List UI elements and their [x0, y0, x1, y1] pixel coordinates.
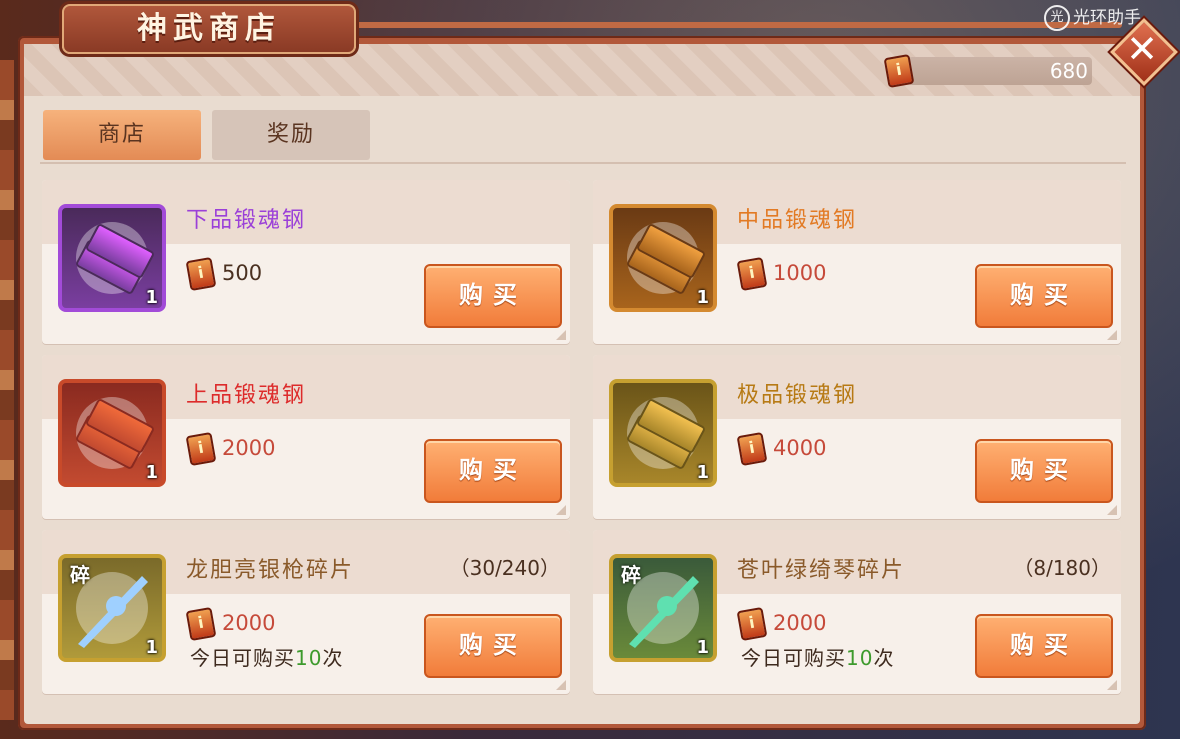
card-corner [556, 680, 566, 690]
item-icon[interactable]: 碎1 [58, 554, 166, 662]
item-name: 苍叶绿绮琴碎片 [737, 558, 906, 583]
item-name: 中品锻魂钢 [737, 208, 858, 233]
fragment-progress: （30/240） [449, 556, 560, 580]
window-title: 神武商店 [137, 11, 281, 46]
daily-limit-count: 10 [295, 646, 323, 670]
item-name: 极品锻魂钢 [737, 383, 858, 408]
item-price: i 500 [185, 256, 263, 292]
price-value: 2000 [773, 611, 827, 635]
price-value: 4000 [773, 436, 827, 460]
weapon-ornament [657, 596, 677, 616]
fragment-badge: 碎 [621, 563, 641, 587]
buy-button[interactable]: 购买 [975, 614, 1113, 678]
daily-limit-suffix: 次 [322, 646, 344, 670]
tab-shop[interactable]: 商店 [43, 110, 201, 160]
shop-item-card: 1 极品锻魂钢 i 4000 购买 [593, 355, 1121, 519]
card-corner [1107, 330, 1117, 340]
buy-button[interactable]: 购买 [424, 614, 562, 678]
card-corner [556, 505, 566, 515]
token-icon: i [736, 431, 768, 467]
close-button[interactable]: ✕ [1110, 18, 1178, 86]
fragment-badge: 碎 [70, 563, 90, 587]
daily-limit-prefix: 今日可购买 [741, 646, 846, 670]
price-value: 2000 [222, 436, 276, 460]
item-quantity: 1 [696, 462, 709, 483]
buy-button[interactable]: 购买 [424, 439, 562, 503]
item-icon[interactable]: 1 [58, 379, 166, 487]
shop-item-card: 碎 1 龙胆亮银枪碎片 （30/240） i 2000 今日可购买10次 购买 [42, 530, 570, 694]
tab-divider [40, 162, 1126, 164]
tab-rewards[interactable]: 奖励 [212, 110, 370, 160]
item-price: i 2000 [185, 606, 276, 642]
item-name: 下品锻魂钢 [186, 208, 307, 233]
token-icon: i [185, 606, 217, 642]
price-value: 1000 [773, 261, 827, 285]
buy-button[interactable]: 购买 [975, 439, 1113, 503]
item-quantity: 1 [696, 287, 709, 308]
left-edge-decoration [0, 60, 14, 720]
item-quantity: 1 [145, 637, 158, 658]
shop-item-card: 1 下品锻魂钢 i 500 购买 [42, 180, 570, 344]
card-corner [556, 330, 566, 340]
item-price: i 1000 [736, 256, 827, 292]
token-icon: i [185, 431, 217, 467]
token-icon: i [185, 256, 217, 292]
item-name: 龙胆亮银枪碎片 [186, 558, 355, 583]
buy-button[interactable]: 购买 [975, 264, 1113, 328]
currency-amount: 680 [1049, 59, 1088, 83]
currency-display: i 680 [880, 53, 1094, 89]
item-icon[interactable]: 1 [58, 204, 166, 312]
token-icon: i [736, 256, 768, 292]
daily-limit-prefix: 今日可购买 [190, 646, 295, 670]
item-price: i 4000 [736, 431, 827, 467]
price-value: 500 [222, 261, 263, 285]
shop-item-card: 碎 1 苍叶绿绮琴碎片 （8/180） i 2000 今日可购买10次 购买 [593, 530, 1121, 694]
daily-limit: 今日可购买10次 [741, 642, 894, 671]
title-rule [352, 22, 1122, 28]
item-icon[interactable]: 1 [609, 204, 717, 312]
daily-limit: 今日可购买10次 [190, 642, 343, 671]
title-plate: 神武商店 [62, 4, 356, 54]
token-icon: i [736, 606, 768, 642]
item-icon[interactable]: 碎1 [609, 554, 717, 662]
card-corner [1107, 680, 1117, 690]
watermark-icon: 光 [1044, 5, 1070, 31]
fragment-progress: （8/180） [1013, 556, 1111, 580]
price-value: 2000 [222, 611, 276, 635]
close-icon: ✕ [1126, 27, 1158, 71]
daily-limit-count: 10 [846, 646, 874, 670]
weapon-ornament [106, 596, 126, 616]
item-quantity: 1 [145, 462, 158, 483]
item-price: i 2000 [736, 606, 827, 642]
item-quantity: 1 [696, 637, 709, 658]
item-name: 上品锻魂钢 [186, 383, 307, 408]
item-icon[interactable]: 1 [609, 379, 717, 487]
daily-limit-suffix: 次 [873, 646, 895, 670]
card-corner [1107, 505, 1117, 515]
item-quantity: 1 [145, 287, 158, 308]
shop-item-card: 1 中品锻魂钢 i 1000 购买 [593, 180, 1121, 344]
item-price: i 2000 [185, 431, 276, 467]
buy-button[interactable]: 购买 [424, 264, 562, 328]
shop-item-card: 1 上品锻魂钢 i 2000 购买 [42, 355, 570, 519]
